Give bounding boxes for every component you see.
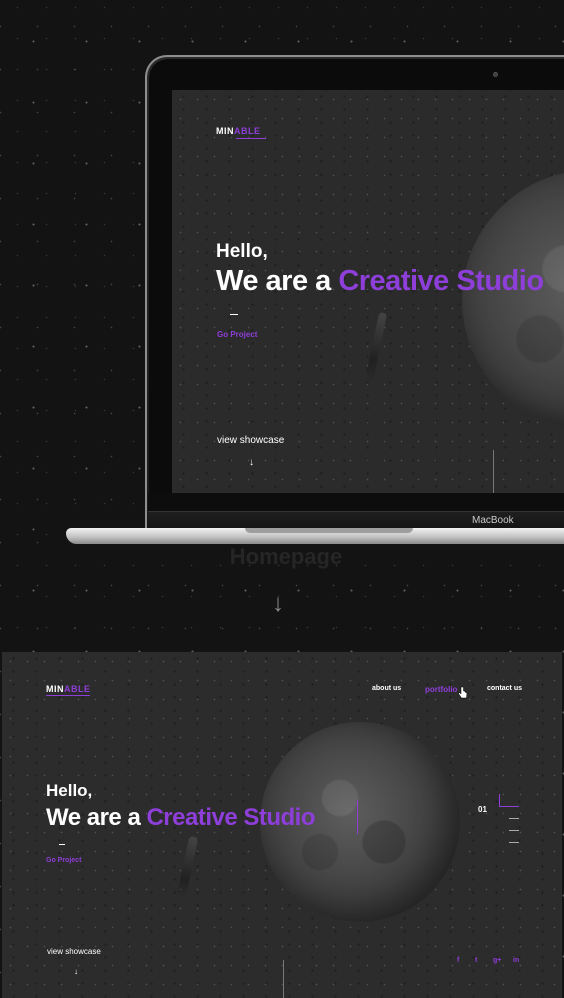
hero-headline-accent: Creative Studio: [338, 265, 544, 297]
arrow-down-icon[interactable]: ↓: [74, 967, 78, 976]
homepage-preview: MINABLE about us portfolio contact us He…: [2, 652, 562, 998]
twitter-icon[interactable]: t: [475, 957, 477, 964]
logo[interactable]: MINABLE: [216, 126, 261, 136]
logo-underline: [236, 138, 266, 139]
slide-number: 01: [478, 805, 487, 814]
logo-text: MIN: [216, 126, 234, 136]
hero-headline-white: We are a: [46, 804, 141, 831]
linkedin-icon[interactable]: in: [513, 957, 519, 964]
camera-icon: [493, 72, 498, 77]
text-cursor: [357, 800, 358, 834]
hero-greeting: Hello,: [216, 241, 268, 262]
logo-underline: [46, 695, 90, 696]
hero-headline-accent: Creative Studio: [146, 804, 316, 831]
laptop-bezel: [148, 493, 564, 513]
nav-about-us[interactable]: about us: [372, 685, 401, 692]
logo[interactable]: MINABLE: [46, 684, 91, 694]
laptop-brand-label: MacBook: [472, 515, 514, 526]
go-project-link[interactable]: Go Project: [46, 857, 81, 864]
logo-text-accent: ABLE: [234, 126, 261, 136]
google-plus-icon[interactable]: g+: [493, 957, 501, 964]
slide-indicator-vertical: [499, 794, 500, 806]
divider-dash: [230, 314, 238, 315]
facebook-icon[interactable]: f: [457, 957, 459, 964]
logo-text: MIN: [46, 684, 64, 694]
view-showcase-link[interactable]: view showcase: [217, 435, 284, 446]
hero-greeting: Hello,: [46, 781, 93, 800]
hand-cursor-icon: [458, 686, 468, 699]
go-project-link[interactable]: Go Project: [217, 330, 257, 339]
divider-dash: [59, 844, 65, 845]
laptop-screen: MINABLE Hello, We are a Creative Studio …: [172, 90, 564, 493]
slide-indicator-2[interactable]: [509, 818, 519, 819]
slide-indicator-3[interactable]: [509, 830, 519, 831]
view-showcase-link[interactable]: view showcase: [47, 947, 101, 956]
laptop-notch: [245, 528, 413, 533]
slide-indicator-1[interactable]: [499, 806, 519, 807]
hero-headline: We are a Creative Studio: [216, 265, 544, 298]
hero-headline: We are a Creative Studio: [46, 804, 316, 832]
nav-contact-us[interactable]: contact us: [487, 685, 522, 692]
arrow-down-icon[interactable]: ↓: [249, 457, 254, 468]
section-caption: Homepage: [229, 544, 343, 569]
hero-headline-white: We are a: [216, 265, 331, 297]
vertical-divider: [283, 960, 284, 998]
slide-indicator-4[interactable]: [509, 842, 519, 843]
vertical-divider: [493, 450, 494, 493]
section-arrow-icon: ↓: [272, 590, 284, 617]
logo-text-accent: ABLE: [64, 684, 91, 694]
nav-portfolio[interactable]: portfolio: [425, 685, 457, 694]
